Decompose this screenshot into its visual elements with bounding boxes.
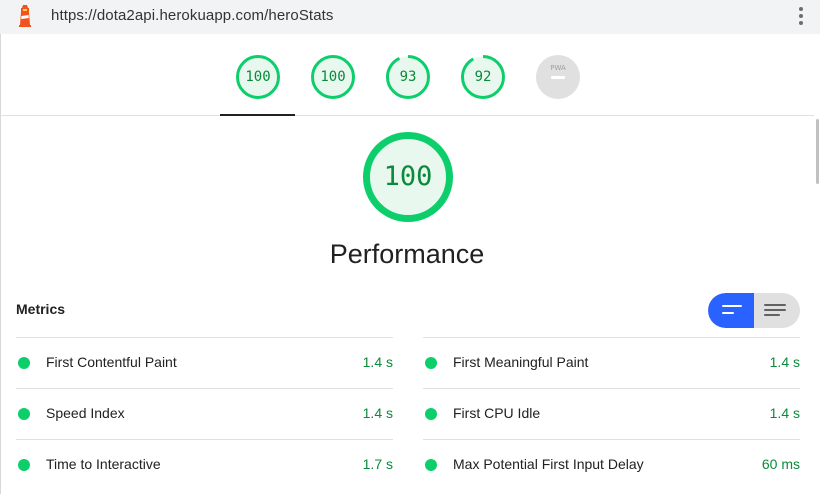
gauge-tab-best-practices[interactable]: 93 (385, 54, 431, 100)
list-icon-line (764, 314, 780, 316)
metric-row: First CPU Idle 1.4 s (423, 388, 800, 439)
pass-status-icon (18, 408, 30, 420)
performance-score: 100 (383, 161, 433, 192)
list-icon-line (764, 309, 786, 311)
list-view-button[interactable] (754, 293, 800, 328)
metric-value: 60 ms (761, 456, 800, 472)
metric-name: Time to Interactive (46, 456, 161, 472)
pwa-dash-icon (551, 76, 565, 79)
performance-gauge: 100 (362, 131, 454, 223)
metric-row: Max Potential First Input Delay 60 ms (423, 439, 800, 490)
url-text[interactable]: https://dota2api.herokuapp.com/heroStats (51, 7, 334, 24)
scrollbar-thumb[interactable] (816, 119, 819, 184)
metric-value: 1.4 s (362, 405, 393, 421)
expanded-view-button[interactable] (708, 293, 754, 328)
pwa-label: PWA (550, 64, 566, 72)
gauge-score: 93 (399, 69, 417, 85)
gauge-score: 92 (474, 69, 492, 85)
metric-name: Speed Index (46, 405, 125, 421)
pass-status-icon (425, 357, 437, 369)
metric-name: First CPU Idle (453, 405, 541, 421)
metric-value: 1.4 s (769, 354, 800, 370)
metric-row: First Contentful Paint 1.4 s (16, 337, 393, 388)
category-title: Performance (329, 239, 485, 269)
lighthouse-icon (19, 5, 31, 27)
browser-toolbar: https://dota2api.herokuapp.com/heroStats (0, 0, 820, 34)
gauge-tab-accessibility[interactable]: 100 (310, 54, 356, 100)
metric-name: Max Potential First Input Delay (453, 456, 644, 472)
pass-status-icon (425, 459, 437, 471)
gauge-tab-performance[interactable]: 100 (235, 54, 281, 100)
score-gauges: 100 100 93 92 PWA (0, 34, 814, 116)
metrics-heading: Metrics (16, 301, 66, 317)
active-tab-indicator (220, 114, 295, 116)
list-icon (764, 304, 786, 306)
metric-value: 1.7 s (362, 456, 393, 472)
pass-status-icon (425, 408, 437, 420)
scrollbar[interactable] (814, 34, 820, 494)
lines-icon-short (722, 312, 734, 314)
gauge-tab-seo[interactable]: 92 (460, 54, 506, 100)
metric-value: 1.4 s (769, 405, 800, 421)
gauge-score: 100 (320, 69, 346, 85)
kebab-menu-icon[interactable] (797, 5, 805, 27)
metric-value: 1.4 s (362, 354, 393, 370)
metric-row: Speed Index 1.4 s (16, 388, 393, 439)
pass-status-icon (18, 459, 30, 471)
metric-row: First Meaningful Paint 1.4 s (423, 337, 800, 388)
metric-row: Time to Interactive 1.7 s (16, 439, 393, 490)
metric-name: First Contentful Paint (46, 354, 177, 370)
gauge-tab-pwa[interactable]: PWA (535, 54, 581, 100)
pass-status-icon (18, 357, 30, 369)
metric-name: First Meaningful Paint (453, 354, 589, 370)
gauge-score: 100 (245, 69, 271, 85)
lines-icon (722, 305, 742, 307)
metrics-view-toggle[interactable] (708, 293, 800, 328)
